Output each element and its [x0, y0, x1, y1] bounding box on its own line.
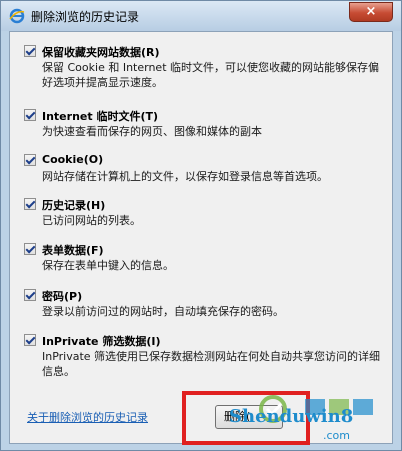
option-description: 保留 Cookie 和 Internet 临时文件，可以使您收藏的网站能够保存偏… [42, 61, 379, 89]
option-description: InPrivate 筛选使用已保存数据检测网站在何处自动共享您访问的详细信息。 [42, 350, 381, 378]
option-label[interactable]: 保留收藏夹网站数据(R) [42, 44, 160, 60]
preserve-favorites-checkbox[interactable] [24, 45, 36, 57]
option-label[interactable]: Cookie(O) [42, 153, 103, 166]
temp-files-checkbox[interactable] [24, 109, 36, 121]
watermark-subtext: .com [323, 429, 350, 442]
option-label[interactable]: 密码(P) [42, 288, 82, 304]
option-label[interactable]: 历史记录(H) [42, 197, 105, 213]
option-description: 保存在表单中键入的信息。 [42, 259, 174, 272]
form-data-checkbox[interactable] [24, 243, 36, 255]
ie-icon [9, 8, 25, 24]
option-label[interactable]: 表单数据(F) [42, 242, 104, 258]
option-description: 已访问网站的列表。 [42, 214, 141, 227]
option-description: 登录以前访问过的网站时，自动填充保存的密码。 [42, 305, 284, 318]
title-bar: 删除浏览的历史记录 × [1, 1, 401, 31]
option-label[interactable]: Internet 临时文件(T) [42, 108, 158, 124]
cookies-checkbox[interactable] [24, 154, 36, 166]
dialog-body: 保留收藏夹网站数据(R) 保留 Cookie 和 Internet 临时文件，可… [9, 31, 393, 445]
passwords-checkbox[interactable] [24, 289, 36, 301]
delete-history-dialog: 删除浏览的历史记录 × 保留收藏夹网站数据(R) 保留 Cookie 和 Int… [0, 0, 402, 451]
option-description: 网站存储在计算机上的文件，以保存如登录信息等首选项。 [42, 170, 328, 183]
inprivate-checkbox[interactable] [24, 334, 36, 346]
help-link[interactable]: 关于删除浏览的历史记录 [27, 409, 148, 425]
window-title: 删除浏览的历史记录 [31, 10, 140, 24]
close-button[interactable]: × [349, 2, 393, 22]
history-checkbox[interactable] [24, 198, 36, 210]
option-label[interactable]: InPrivate 筛选数据(I) [42, 333, 160, 349]
option-description: 为快速查看而保存的网页、图像和媒体的副本 [42, 125, 262, 138]
watermark-text: Shenduwin8 [229, 406, 354, 427]
